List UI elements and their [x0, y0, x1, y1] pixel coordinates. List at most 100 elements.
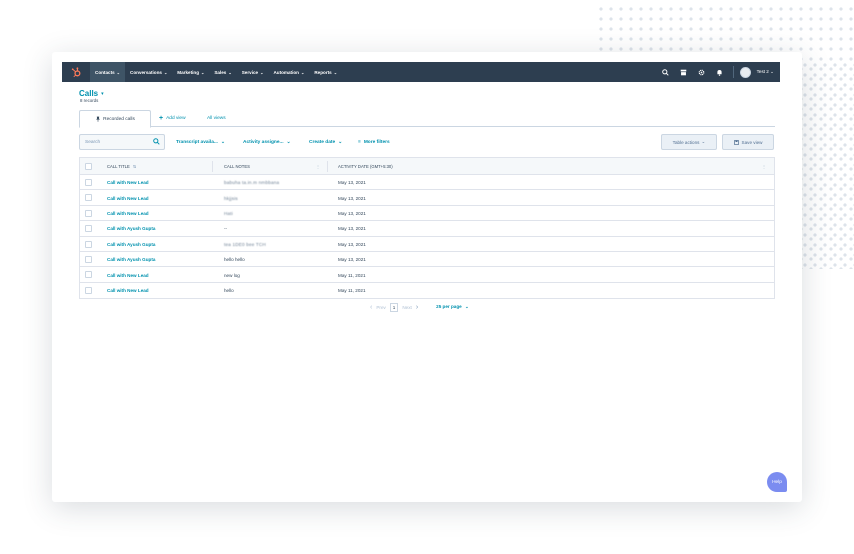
next-page-button[interactable]: Next	[402, 305, 411, 310]
activity-date-cell: May 13, 2021	[338, 195, 366, 201]
table-row[interactable]: Call with New Lead babuha ta.in.m nmbbana…	[80, 175, 774, 191]
marketplace-icon[interactable]	[675, 62, 693, 82]
add-view-label: Add view	[166, 116, 186, 121]
pagination: ‹ Prev 1 Next › 25 per page ⌄	[370, 302, 469, 312]
page-title-row: Calls ▾	[79, 89, 104, 98]
column-divider[interactable]	[212, 161, 213, 172]
help-button[interactable]: Help	[767, 472, 787, 492]
row-checkbox[interactable]	[85, 240, 92, 248]
chevron-down-icon: ⌄	[701, 139, 706, 144]
filter-label: Activity assigne...	[243, 139, 284, 145]
nav-item-automation[interactable]: Automation ⌄	[268, 62, 309, 82]
chevron-left-icon[interactable]: ‹	[370, 304, 372, 311]
select-all-checkbox[interactable]	[85, 163, 92, 170]
prev-page-button[interactable]: Prev	[376, 305, 385, 310]
per-page-label: 25 per page	[436, 304, 462, 309]
settings-icon[interactable]	[693, 62, 711, 82]
row-checkbox[interactable]	[85, 209, 92, 217]
row-checkbox[interactable]	[85, 255, 92, 263]
account-menu[interactable]: Test 2 ⌄	[757, 69, 774, 75]
plus-icon: +	[159, 115, 164, 122]
column-header-activity-date[interactable]: ACTIVITY DATE (GMT+5:30)	[338, 158, 393, 175]
column-options-icon[interactable]: ⋮	[762, 158, 766, 175]
app-window: Contacts ⌄ Conversations ⌄ Marketing ⌄ Sale…	[52, 52, 802, 502]
view-tabs: Recorded calls + Add view All views	[79, 110, 775, 128]
nav-item-service[interactable]: Service ⌄	[237, 62, 269, 82]
avatar[interactable]	[739, 66, 751, 78]
chevron-down-icon: ⌄	[286, 139, 291, 145]
chevron-down-icon: ⌄	[116, 69, 121, 75]
transcript-filter[interactable]: Transcript availa... ⌄	[176, 134, 225, 150]
main-nav: Contacts ⌄ Conversations ⌄ Marketing ⌄ Sale…	[90, 62, 342, 82]
save-view-button[interactable]: Save view	[722, 134, 774, 150]
table-row[interactable]: Call with New Lead hello May 11, 2021	[80, 283, 774, 298]
chevron-down-icon: ⌄	[201, 69, 205, 75]
column-divider[interactable]	[327, 161, 328, 172]
chevron-down-icon: ⌄	[333, 69, 338, 75]
activity-date-cell: May 13, 2021	[338, 180, 366, 186]
hubspot-logo-icon[interactable]	[62, 62, 90, 82]
table-actions-button[interactable]: Table actions ⌄	[661, 134, 717, 150]
search-icon[interactable]	[657, 62, 675, 82]
tab-label: Recorded calls	[103, 116, 135, 122]
column-header-call-notes[interactable]: CALL NOTES	[224, 158, 250, 175]
column-options-icon[interactable]: ⋮	[316, 158, 320, 175]
page-background: Contacts ⌄ Conversations ⌄ Marketing ⌄ Sale…	[0, 0, 854, 554]
call-title-link[interactable]: Call with Ayush Gupta	[107, 237, 155, 252]
table-row[interactable]: Call with New Lead hkjjsis May 13, 2021	[80, 190, 774, 206]
create-date-filter[interactable]: Create date ⌄	[309, 134, 342, 150]
activity-assignee-filter[interactable]: Activity assigne... ⌄	[243, 134, 291, 150]
table-row[interactable]: Call with Ayush Gupta hello hello May 13, …	[80, 252, 774, 268]
call-title-link[interactable]: Call with New Lead	[107, 190, 149, 205]
per-page-select[interactable]: 25 per page ⌄	[436, 304, 469, 310]
row-checkbox[interactable]	[85, 179, 92, 186]
activity-date-cell: May 13, 2021	[338, 257, 366, 263]
call-title-link[interactable]: Call with Ayush Gupta	[107, 252, 155, 267]
column-header-call-title[interactable]: CALL TITLE ⇅	[107, 158, 136, 175]
row-checkbox[interactable]	[85, 225, 92, 233]
pin-icon	[96, 116, 100, 122]
tab-recorded-calls[interactable]: Recorded calls	[79, 110, 151, 128]
activity-date-cell: May 11, 2021	[338, 272, 366, 278]
toolbar-divider	[732, 66, 734, 78]
nav-item-contacts[interactable]: Contacts ⌄	[90, 62, 126, 82]
header-label: CALL TITLE	[107, 164, 130, 169]
filter-label: Transcript availa...	[176, 139, 218, 145]
call-title-link[interactable]: Call with New Lead	[107, 283, 149, 298]
chevron-down-icon[interactable]: ▾	[101, 91, 104, 97]
more-filters-button[interactable]: ≡ More filters	[358, 134, 390, 150]
activity-date-cell: May 13, 2021	[338, 226, 366, 232]
call-title-link[interactable]: Call with New Lead	[107, 267, 149, 282]
nav-item-marketing[interactable]: Marketing ⌄	[172, 62, 209, 82]
chevron-down-icon: ⌄	[464, 304, 469, 309]
row-checkbox[interactable]	[85, 194, 92, 202]
sort-icon: ⇅	[132, 164, 137, 169]
chevron-down-icon: ⌄	[163, 69, 168, 75]
call-notes-cell: --	[224, 226, 228, 232]
top-nav-bar: Contacts ⌄ Conversations ⌄ Marketing ⌄ Sale…	[62, 62, 780, 82]
page-title[interactable]: Calls	[79, 89, 98, 98]
call-notes-cell: Hati	[224, 210, 233, 216]
filter-label: Create date	[309, 139, 336, 145]
search-input[interactable]: Search	[79, 134, 165, 150]
nav-item-conversations[interactable]: Conversations ⌄	[125, 62, 172, 82]
nav-item-sales[interactable]: Sales ⌄	[209, 62, 236, 82]
row-checkbox[interactable]	[85, 286, 92, 294]
table-row[interactable]: Call with New Lead new log May 11, 2021	[80, 267, 774, 283]
nav-item-reports[interactable]: Reports ⌄	[309, 62, 342, 82]
current-page[interactable]: 1	[389, 302, 399, 312]
chevron-down-icon: ⌄	[338, 139, 343, 145]
table-row[interactable]: Call with Ayush Gupta -- May 13, 2021	[80, 221, 774, 237]
button-label: Save view	[741, 139, 763, 145]
add-view-button[interactable]: + Add view	[159, 110, 186, 127]
all-views-link[interactable]: All views	[207, 110, 226, 127]
notifications-icon[interactable]	[711, 62, 729, 82]
table-row[interactable]: Call with New Lead Hati May 13, 2021	[80, 206, 774, 222]
chevron-right-icon[interactable]: ›	[416, 304, 418, 311]
call-title-link[interactable]: Call with New Lead	[107, 175, 149, 190]
row-checkbox[interactable]	[85, 271, 92, 279]
call-title-link[interactable]: Call with New Lead	[107, 206, 149, 221]
table-row[interactable]: Call with Ayush Gupta tea 1DE0 bee TCH May…	[80, 237, 774, 252]
call-notes-cell: babuha ta.in.m nmbbana	[224, 180, 280, 186]
call-title-link[interactable]: Call with Ayush Gupta	[107, 221, 155, 236]
